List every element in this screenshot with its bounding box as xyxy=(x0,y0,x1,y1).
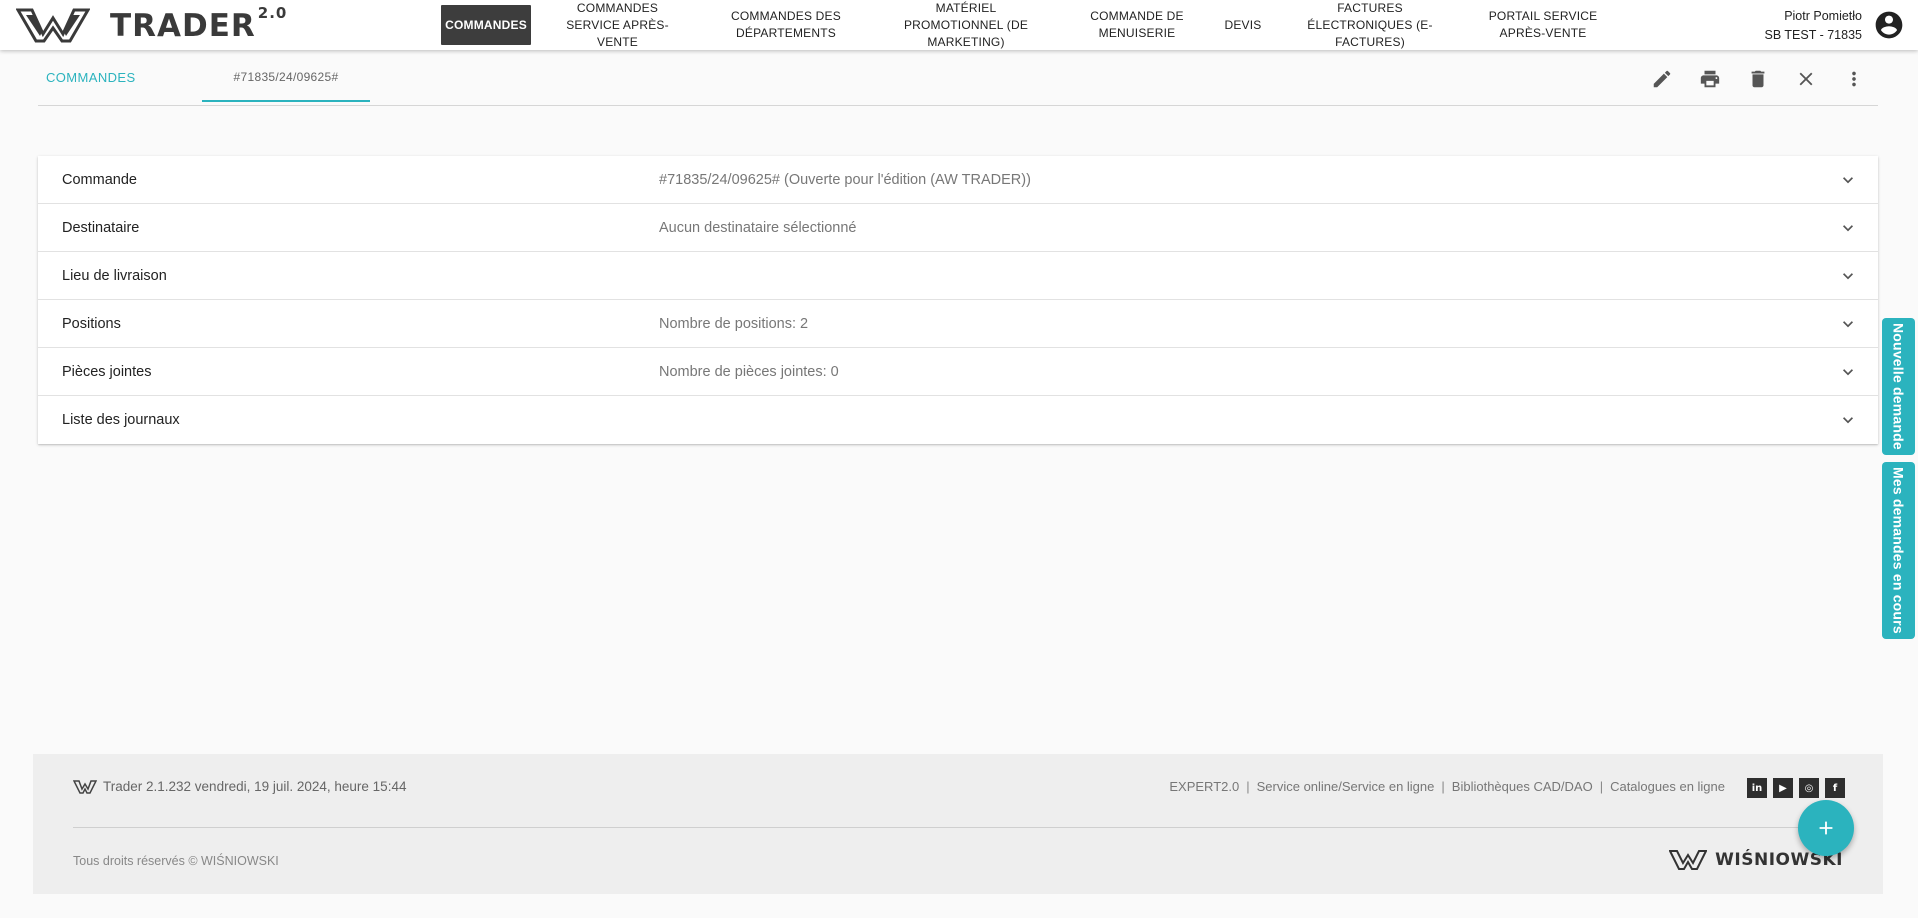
footer-divider xyxy=(73,827,1845,828)
nav-factures-electroniques[interactable]: FACTURES ÉLECTRONIQUES (E-FACTURES) xyxy=(1296,0,1444,50)
section-liste-des-journaux[interactable]: Liste des journaux xyxy=(38,396,1878,444)
nav-portail-sav[interactable]: PORTAIL SERVICE APRÈS-VENTE xyxy=(1476,0,1610,50)
footer: Trader 2.1.232 vendredi, 19 juil. 2024, … xyxy=(33,754,1883,894)
nav-commandes-sav[interactable]: COMMANDES SERVICE APRÈS-VENTE xyxy=(551,0,684,50)
nav-commande-menuiserie[interactable]: COMMANDE DE MENUISERIE xyxy=(1076,0,1198,50)
edit-button[interactable] xyxy=(1648,65,1676,93)
new-request-side-tab[interactable]: Nouvelle demande xyxy=(1882,318,1915,455)
add-fab-button[interactable] xyxy=(1798,800,1854,856)
chevron-down-icon[interactable] xyxy=(1838,314,1858,334)
nav-materiel-promotionnel[interactable]: MATÉRIEL PROMOTIONNEL (DE MARKETING) xyxy=(887,0,1045,50)
trader-logo[interactable]: TRADER 2.0 xyxy=(16,4,288,44)
copyright-text: Tous droits réservés © WIŚNIOWSKI xyxy=(73,854,279,868)
chevron-down-icon[interactable] xyxy=(1838,266,1858,286)
wisniowski-logo-icon xyxy=(16,8,90,43)
chevron-down-icon[interactable] xyxy=(1838,410,1858,430)
link-catalogues[interactable]: Catalogues en ligne xyxy=(1610,779,1725,794)
section-destinataire[interactable]: Destinataire Aucun destinataire sélectio… xyxy=(38,204,1878,252)
tab-order-number[interactable]: #71835/24/09625# xyxy=(202,52,370,102)
trash-icon xyxy=(1751,70,1765,88)
section-label: Liste des journaux xyxy=(62,412,180,428)
section-label: Commande xyxy=(62,171,137,188)
linkedin-icon[interactable]: in xyxy=(1747,778,1767,798)
wisniowski-logo-icon xyxy=(1669,850,1708,870)
nav-commandes[interactable]: COMMANDES xyxy=(441,5,531,45)
section-lieu-de-livraison[interactable]: Lieu de livraison xyxy=(38,252,1878,300)
more-vert-icon xyxy=(1852,71,1856,87)
link-bibliotheques-cad[interactable]: Bibliothèques CAD/DAO xyxy=(1452,779,1593,794)
more-options-button[interactable] xyxy=(1840,65,1868,93)
close-icon xyxy=(1799,72,1813,86)
footer-version: Trader 2.1.232 vendredi, 19 juil. 2024, … xyxy=(73,779,406,794)
logo-text: TRADER 2.0 xyxy=(110,4,288,44)
pencil-icon xyxy=(1653,70,1671,88)
account-circle-icon[interactable] xyxy=(1873,9,1905,41)
user-name: Piotr Pomietło xyxy=(1784,9,1862,23)
chevron-down-icon[interactable] xyxy=(1838,218,1858,238)
link-service-online[interactable]: Service online/Service en ligne xyxy=(1257,779,1435,794)
youtube-icon[interactable]: ▶ xyxy=(1773,778,1793,798)
facebook-icon[interactable]: f xyxy=(1825,778,1845,798)
link-expert[interactable]: EXPERT2.0 xyxy=(1169,779,1239,794)
plus-icon xyxy=(1819,821,1833,835)
chevron-down-icon[interactable] xyxy=(1838,170,1858,190)
nav-commandes-departements[interactable]: COMMANDES DES DÉPARTEMENTS xyxy=(716,0,856,50)
section-positions[interactable]: Positions Nombre de positions: 2 xyxy=(38,300,1878,348)
order-details-accordion: Commande #71835/24/09625# (Ouverte pour … xyxy=(38,156,1878,444)
section-value: Nombre de pièces jointes: 0 xyxy=(659,363,839,380)
instagram-icon[interactable]: ◎ xyxy=(1799,778,1819,798)
my-requests-label: Mes demandes en cours xyxy=(1890,467,1907,634)
my-requests-side-tab[interactable]: Mes demandes en cours xyxy=(1882,462,1915,639)
footer-links: EXPERT2.0 | Service online/Service en li… xyxy=(1169,779,1725,794)
section-value: #71835/24/09625# (Ouverte pour l'édition… xyxy=(659,171,1031,188)
link-separator: | xyxy=(1246,779,1250,794)
tab-commandes[interactable]: COMMANDES xyxy=(46,52,136,102)
user-info[interactable]: Piotr Pomietło SB TEST - 71835 xyxy=(1764,7,1862,45)
section-label: Positions xyxy=(62,315,121,332)
section-label: Destinataire xyxy=(62,219,140,236)
print-button[interactable] xyxy=(1696,65,1724,93)
section-label: Pièces jointes xyxy=(62,363,152,380)
delete-button[interactable] xyxy=(1744,65,1772,93)
section-label: Lieu de livraison xyxy=(62,267,167,284)
new-request-label: Nouvelle demande xyxy=(1890,323,1907,450)
nav-devis[interactable]: DEVIS xyxy=(1214,0,1272,50)
active-tab-indicator xyxy=(202,100,370,102)
close-button[interactable] xyxy=(1792,65,1820,93)
section-commande[interactable]: Commande #71835/24/09625# (Ouverte pour … xyxy=(38,156,1878,204)
user-company: SB TEST - 71835 xyxy=(1764,28,1862,42)
wisniowski-logo-icon xyxy=(73,779,97,794)
link-separator: | xyxy=(1599,779,1604,794)
link-separator: | xyxy=(1441,779,1445,794)
printer-icon xyxy=(1700,70,1720,88)
tab-bar: COMMANDES #71835/24/09625# xyxy=(38,52,1878,106)
social-links: in ▶ ◎ f xyxy=(1747,778,1845,798)
section-value: Aucun destinataire sélectionné xyxy=(659,219,857,236)
version-text: Trader 2.1.232 vendredi, 19 juil. 2024, … xyxy=(103,779,407,794)
section-pieces-jointes[interactable]: Pièces jointes Nombre de pièces jointes:… xyxy=(38,348,1878,396)
chevron-down-icon[interactable] xyxy=(1838,362,1858,382)
section-value: Nombre de positions: 2 xyxy=(659,315,809,332)
top-navigation-bar: TRADER 2.0 COMMANDES COMMANDES SERVICE AP… xyxy=(0,0,1918,50)
